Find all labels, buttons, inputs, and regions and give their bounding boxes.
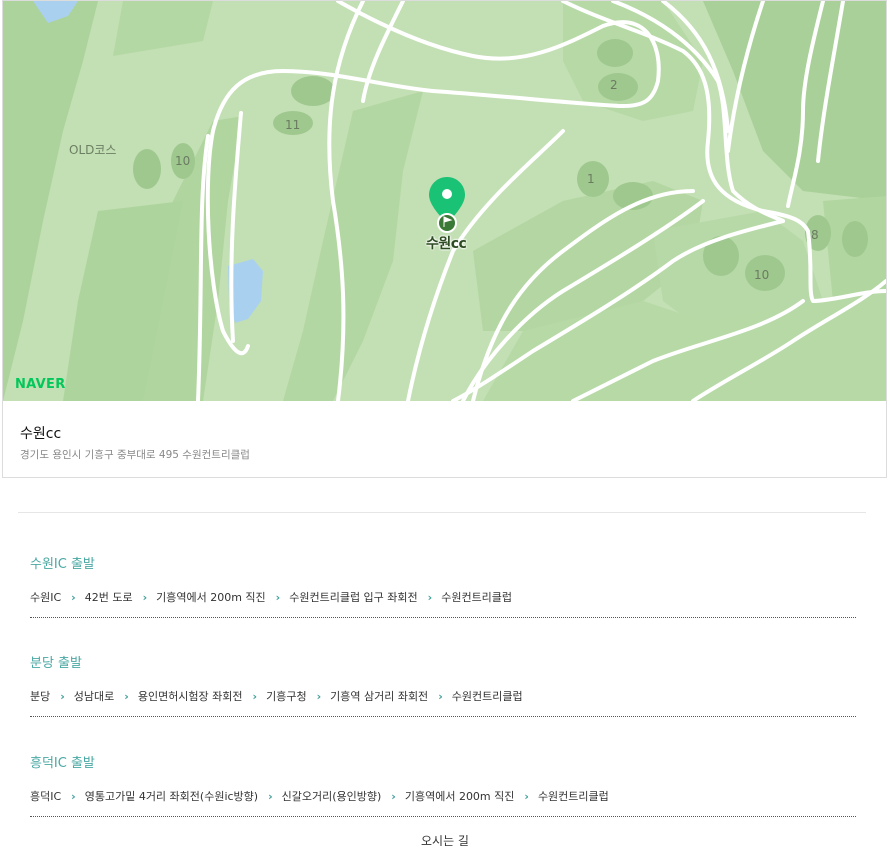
route-step: 기흥역에서 200m 직진 (404, 790, 515, 803)
chevron-right-icon: › (71, 591, 76, 604)
location-pin-icon (429, 177, 465, 233)
naver-logo[interactable]: NAVER (15, 377, 66, 392)
map-card: OLD코스 11 10 2 1 8 10 수원cc NAVER 수원cc 경기도… (2, 0, 887, 478)
route-step: 수원컨트리클럽 (537, 790, 609, 803)
chevron-right-icon: › (124, 690, 129, 703)
course-section-label: OLD코스 (69, 143, 117, 157)
chevron-right-icon: › (71, 790, 76, 803)
route-step: 신갈오거리(용인방향) (281, 790, 382, 803)
hole-number-label: 11 (285, 118, 301, 132)
route-step: 수원컨트리클럽 (441, 591, 513, 604)
route-step: 흥덕IC (30, 790, 62, 803)
chevron-right-icon: › (60, 690, 65, 703)
section-divider (18, 512, 866, 513)
place-name: 수원cc (20, 426, 62, 442)
dotted-divider (30, 816, 856, 817)
chevron-right-icon: › (316, 690, 322, 703)
route-step: 수원컨트리클럽 입구 좌회전 (289, 591, 418, 604)
route-steps: 분당 › 성남대로 › 용인면허시험장 좌회전 › 기흥구청 › 기흥역 삼거리 좌회전 › 수원컨… (30, 689, 856, 705)
dotted-divider (30, 617, 856, 618)
chevron-right-icon: › (275, 591, 281, 604)
route-step: 기흥역에서 200m 직진 (156, 591, 266, 604)
directions-footer-label: 오시는 길 (421, 834, 469, 848)
hole-number-label: 10 (175, 154, 191, 168)
route-steps: 수원IC › 42번 도로 › 기흥역에서 200m 직진 › 수원컨트리클럽 입구 좌회전… (30, 590, 856, 606)
route-section: 수원IC 출발 수원IC › 42번 도로 › 기흥역에서 200m 직진 › 수원컨트리클… (30, 556, 856, 618)
route-step: 기흥구청 (266, 690, 307, 703)
place-address: 경기도 용인시 기흥구 중부대로 495 수원컨트리클럽 (20, 449, 250, 461)
chevron-right-icon: › (268, 790, 273, 803)
route-step: 수원컨트리클럽 (451, 690, 523, 703)
route-title: 흥덕IC 출발 (30, 756, 95, 771)
chevron-right-icon: › (391, 790, 396, 803)
route-step: 성남대로 (73, 690, 115, 703)
route-step: 기흥역 삼거리 좌회전 (330, 690, 429, 703)
route-step: 용인면허시험장 좌회전 (137, 690, 243, 703)
route-step: 수원IC (30, 591, 62, 604)
hole-number-label: 1 (587, 172, 595, 186)
pin-label[interactable]: 수원cc (426, 233, 467, 253)
route-steps: 흥덕IC › 영통고가밑 4거리 좌회전(수원ic방향) › 신갈오거리(용인방향) › 기… (30, 789, 856, 805)
chevron-right-icon: › (142, 591, 148, 604)
map-view[interactable]: OLD코스 11 10 2 1 8 10 수원cc NAVER (3, 1, 886, 401)
hole-number-label: 10 (754, 268, 770, 282)
chevron-right-icon: › (427, 591, 433, 604)
route-section: 흥덕IC 출발 흥덕IC › 영통고가밑 4거리 좌회전(수원ic방향) › 신갈오거리… (30, 755, 856, 817)
place-info: 수원cc 경기도 용인시 기흥구 중부대로 495 수원컨트리클럽 (3, 401, 886, 477)
chevron-right-icon: › (252, 690, 258, 703)
route-step: 영통고가밑 4거리 좌회전(수원ic방향) (84, 790, 259, 803)
route-title: 수원IC 출발 (30, 557, 95, 572)
hole-number-label: 2 (610, 78, 618, 92)
route-section: 분당 출발 분당 › 성남대로 › 용인면허시험장 좌회전 › 기흥구청 › 기흥역 삼거리 좌… (30, 655, 856, 717)
hole-number-label: 8 (811, 228, 819, 242)
route-step: 42번 도로 (84, 591, 133, 604)
golf-course-map (3, 1, 886, 401)
chevron-right-icon: › (438, 690, 443, 703)
route-title: 분당 출발 (30, 656, 82, 671)
route-step: 분당 (30, 690, 51, 703)
chevron-right-icon: › (524, 790, 529, 803)
dotted-divider (30, 716, 856, 717)
